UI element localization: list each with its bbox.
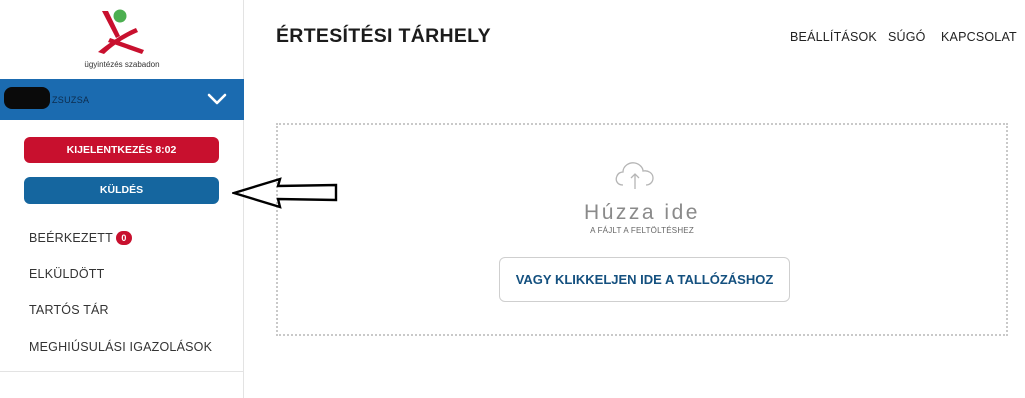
- user-name: ZSUZSA: [52, 95, 90, 105]
- sidebar-item-label: ELKÜLDÖTT: [29, 267, 105, 281]
- nav-link-contact[interactable]: KAPCSOLAT: [941, 30, 1017, 44]
- send-button[interactable]: KÜLDÉS: [24, 177, 219, 204]
- sidebar-item-label: MEGHIÚSULÁSI IGAZOLÁSOK: [29, 340, 213, 354]
- sidebar-item-failure-certificates[interactable]: MEGHIÚSULÁSI IGAZOLÁSOK: [29, 340, 212, 354]
- annotation-arrow-icon: [232, 177, 338, 209]
- inbox-count-badge: 0: [115, 231, 132, 245]
- page-title: ÉRTESÍTÉSI TÁRHELY: [276, 25, 491, 47]
- user-menu[interactable]: ZSUZSA: [0, 79, 244, 120]
- sidebar-item-permanent-storage[interactable]: TARTÓS TÁR: [29, 303, 109, 317]
- nav-link-help[interactable]: SÚGÓ: [888, 30, 926, 44]
- sidebar-divider: [0, 371, 244, 372]
- redacted-avatar: [4, 87, 50, 109]
- sidebar-item-inbox[interactable]: BEÉRKEZETT 0: [29, 231, 132, 245]
- cloud-upload-icon: [615, 162, 654, 189]
- logout-button[interactable]: KIJELENTKEZÉS 8:02: [24, 137, 219, 163]
- file-dropzone[interactable]: Húzza ide A FÁJLT A FELTÖLTÉSHEZ VAGY KL…: [276, 123, 1008, 336]
- logo-tagline: ügyintézés szabadon: [84, 60, 160, 69]
- chevron-down-icon[interactable]: [207, 93, 227, 105]
- logo-icon: [98, 9, 144, 54]
- browse-files-button[interactable]: VAGY KLIKKELJEN IDE A TALLÓZÁSHOZ: [499, 257, 790, 302]
- nav-link-settings[interactable]: BEÁLLÍTÁSOK: [790, 30, 877, 44]
- dropzone-title: Húzza ide: [584, 201, 700, 224]
- sidebar-item-label: BEÉRKEZETT: [29, 231, 113, 245]
- logo[interactable]: ügyintézés szabadon: [0, 0, 244, 78]
- sidebar-item-label: TARTÓS TÁR: [29, 303, 109, 317]
- sidebar-item-sent[interactable]: ELKÜLDÖTT: [29, 267, 104, 281]
- dropzone-subtitle: A FÁJLT A FELTÖLTÉSHEZ: [590, 226, 694, 235]
- sidebar: ügyintézés szabadon ZSUZSA KIJELENTKEZÉS…: [0, 0, 244, 398]
